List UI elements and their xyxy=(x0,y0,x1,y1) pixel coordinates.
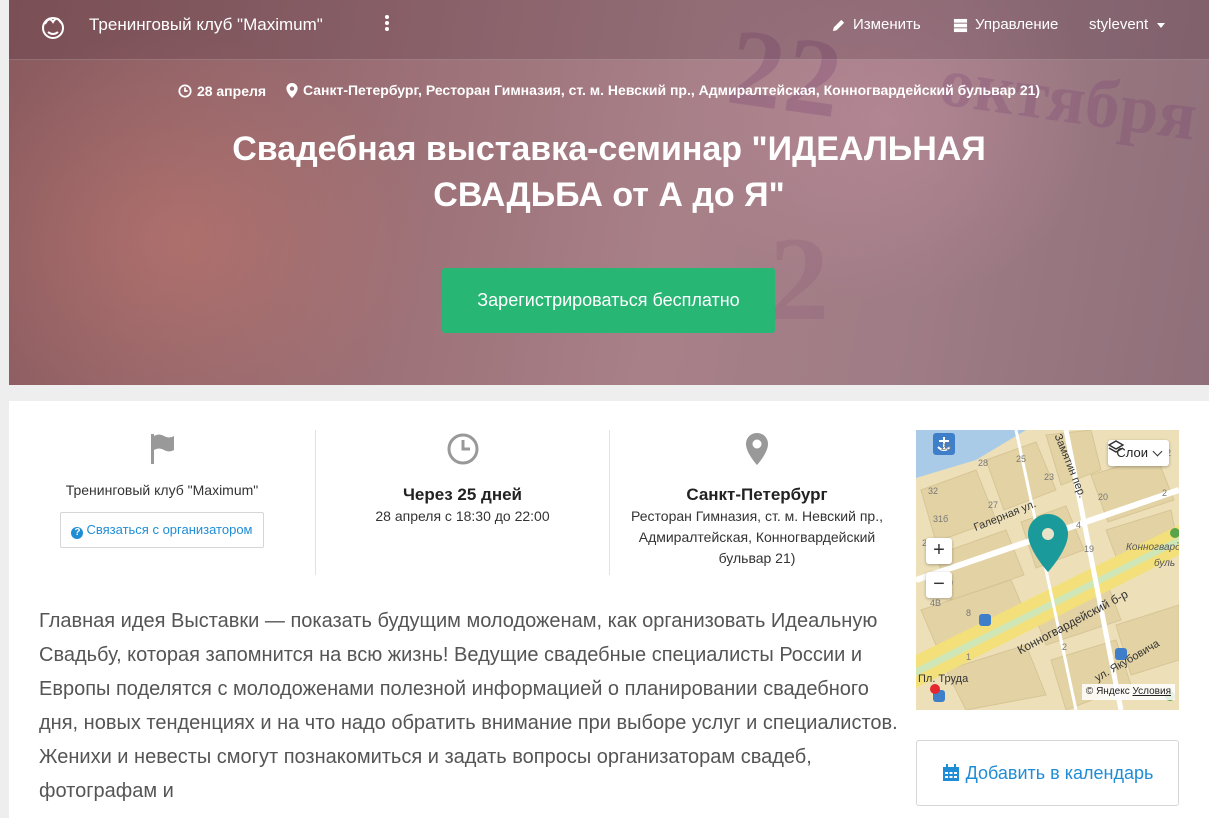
map-marker-icon xyxy=(746,433,768,465)
clock-icon xyxy=(447,433,478,465)
house-number: 4 xyxy=(1076,520,1082,530)
organizer-name: Тренинговый клуб "Maximum" xyxy=(65,482,259,498)
yandex-map[interactable]: Галерная ул. Замятин пер. Конногвардейск… xyxy=(916,430,1179,710)
city-name: Санкт-Петербург xyxy=(686,485,828,504)
house-number: 8 xyxy=(966,608,972,618)
add-to-calendar-button[interactable]: Добавить в календарь xyxy=(916,740,1179,806)
clock-icon xyxy=(178,83,192,98)
calendar-icon xyxy=(942,764,959,781)
server-icon xyxy=(953,18,968,32)
contact-organizer-label: Связаться с организатором xyxy=(86,522,253,537)
event-date-text: 28 апреля xyxy=(196,82,267,99)
venue-address: Ресторан Гимназия, ст. м. Невский пр., А… xyxy=(631,508,883,566)
map-terms-link[interactable]: Условия xyxy=(1132,686,1171,697)
countdown-text: Через 25 дней xyxy=(402,485,522,504)
event-location-text: Санкт-Петербург, Ресторан Гимназия, ст. … xyxy=(302,82,1041,98)
user-name: stylevent xyxy=(1089,16,1149,33)
event-meta: 28 апреля Санкт-Петербург, Ресторан Гимн… xyxy=(9,80,1209,103)
edit-button[interactable]: Изменить xyxy=(831,15,921,35)
map-layers-button[interactable]: Слои xyxy=(1108,440,1169,466)
place-column: Санкт-Петербург Ресторан Гимназия, ст. м… xyxy=(609,430,905,575)
chevron-down-icon xyxy=(1152,446,1163,457)
house-number: 27 xyxy=(988,500,999,510)
event-date: 28 апреля xyxy=(178,81,266,101)
house-number: 20 xyxy=(1098,492,1109,502)
map-copyright-text: © Яндекс xyxy=(1085,686,1130,697)
time-column: Через 25 дней 28 апреля с 18:30 до 22:00 xyxy=(315,430,610,575)
event-title: Свадебная выставка-семинар "ИДЕАЛЬНАЯ СВ… xyxy=(232,130,986,214)
flag-icon xyxy=(151,434,174,464)
house-number: 25 xyxy=(1016,454,1027,464)
hero-background-image-text-2: 2 xyxy=(769,212,829,345)
chevron-down-icon xyxy=(1157,22,1166,28)
manage-button[interactable]: Управление xyxy=(953,15,1058,35)
schedule-text: 28 апреля с 18:30 до 22:00 xyxy=(375,508,550,524)
house-number: 4В xyxy=(930,598,942,608)
house-number: 2 xyxy=(1062,642,1068,652)
register-free-button[interactable]: Зарегистрироваться бесплатно xyxy=(442,268,775,333)
top-navigation-bar: Тренинговый клуб "Maximum" Изменить Упра… xyxy=(9,0,1209,60)
house-number: 31б xyxy=(933,514,949,524)
edit-label: Изменить xyxy=(853,16,921,33)
street-label: Конногвардейский xyxy=(1126,542,1179,553)
user-menu-dropdown[interactable]: stylevent xyxy=(1089,15,1166,35)
event-content: Тренинговый клуб "Maximum" ? Связаться с … xyxy=(9,401,1209,818)
house-number: 32 xyxy=(928,486,939,496)
street-label: буль xyxy=(1154,558,1176,569)
map-copyright: © Яндекс Условия xyxy=(1081,684,1175,700)
club-title-link[interactable]: Тренинговый клуб "Maximum" xyxy=(89,14,323,36)
event-description: Главная идея Выставки — показать будущим… xyxy=(39,610,898,802)
question-icon: ? xyxy=(71,527,84,539)
layers-icon xyxy=(1108,440,1125,453)
house-number: 2 xyxy=(1162,488,1168,498)
house-number: 19 xyxy=(1084,544,1095,554)
map-zoom-in-button[interactable]: + xyxy=(926,538,952,564)
house-number: 28 xyxy=(978,458,989,468)
club-logo-icon[interactable] xyxy=(39,12,67,40)
pencil-icon xyxy=(832,19,845,31)
map-marker-icon xyxy=(286,82,298,98)
event-hero: 22 октября 2 Тренинговый клуб "Maximum" … xyxy=(9,0,1209,385)
more-options-icon[interactable] xyxy=(381,13,393,33)
organizer-column: Тренинговый клуб "Maximum" ? Связаться с … xyxy=(9,430,315,575)
street-label: Пл. Труда xyxy=(918,673,969,685)
house-number: 1 xyxy=(966,652,972,662)
house-number: 23 xyxy=(1044,472,1055,482)
contact-organizer-button[interactable]: ? Связаться с организатором xyxy=(60,512,264,548)
map-zoom-out-button[interactable]: − xyxy=(926,572,952,598)
house-number: 23 xyxy=(941,442,952,452)
add-to-calendar-label: Добавить в календарь xyxy=(965,763,1154,783)
manage-label: Управление xyxy=(975,16,1059,33)
event-location: Санкт-Петербург, Ресторан Гимназия, ст. … xyxy=(286,80,1040,100)
